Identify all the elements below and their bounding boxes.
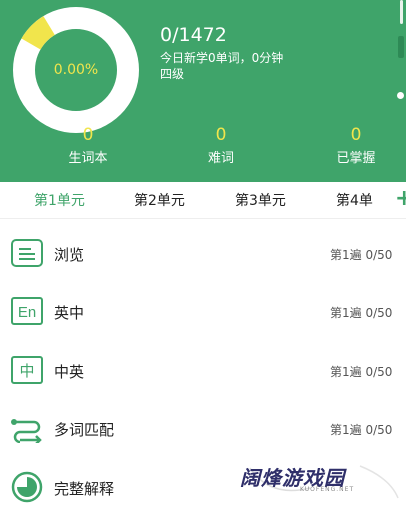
watermark-subtext: KUOFENG.NET (300, 486, 355, 493)
unit-tabs: 第1单元 第2单元 第3单元 第4单 + (0, 182, 406, 218)
today-summary: 今日新学0单词，0分钟 (160, 51, 284, 65)
edge-dot[interactable] (397, 92, 404, 99)
mode-label: 英中 (54, 304, 85, 322)
edge-strip (398, 36, 404, 58)
mode-label: 中英 (54, 363, 85, 381)
progress-count: 0/1472 (160, 24, 227, 46)
mode-progress: 第1遍 0/50 (330, 248, 393, 262)
zh-icon-text: 中 (19, 362, 34, 380)
tab-unit-4[interactable]: 第4单 (336, 190, 376, 210)
divider (0, 218, 406, 219)
mode-browse[interactable]: 浏览 第1遍 0/50 (0, 226, 406, 284)
mode-multi-match[interactable]: 多词匹配 第1遍 0/50 (0, 401, 406, 459)
plus-icon[interactable]: + (395, 186, 406, 211)
mode-label: 多词匹配 (54, 421, 115, 439)
tab-unit-1[interactable]: 第1单元 (34, 190, 85, 210)
tab-unit-3[interactable]: 第3单元 (235, 190, 286, 210)
mode-progress: 第1遍 0/50 (330, 306, 393, 320)
stat-value: 0 (350, 125, 362, 145)
stat-hard-words[interactable]: 0 难词 (181, 126, 261, 166)
stat-value: 0 (215, 125, 227, 145)
level-label[interactable]: 四级 (160, 65, 184, 82)
match-icon (11, 419, 42, 443)
pie-icon (11, 471, 43, 503)
edge-strip (400, 0, 403, 24)
zh-icon: 中 (11, 356, 43, 384)
mode-zh-en[interactable]: 中 中英 第1遍 0/50 (0, 343, 406, 401)
stats-header: 0.00% 0/1472 今日新学0单词，0分钟 四级 0 生词本 0 难词 0… (0, 0, 406, 182)
mode-label: 浏览 (54, 246, 85, 264)
mode-label: 完整解释 (54, 480, 115, 498)
stat-label: 难词 (207, 151, 234, 166)
en-icon: En (11, 297, 43, 325)
right-edge-controls (396, 0, 406, 182)
stat-label: 已掌握 (336, 151, 376, 166)
stat-label: 生词本 (68, 151, 108, 166)
mode-progress: 第1遍 0/50 (330, 423, 393, 437)
stat-value: 0 (82, 125, 94, 145)
mode-en-zh[interactable]: En 英中 第1遍 0/50 (0, 284, 406, 342)
stat-mastered[interactable]: 0 已掌握 (316, 126, 396, 166)
tab-unit-2[interactable]: 第2单元 (134, 190, 185, 210)
stat-new-words[interactable]: 0 生词本 (48, 126, 128, 166)
en-icon-text: En (18, 304, 36, 321)
progress-percent: 0.00% (53, 62, 99, 78)
mode-progress: 第1遍 0/50 (330, 365, 393, 379)
document-icon (11, 239, 43, 267)
